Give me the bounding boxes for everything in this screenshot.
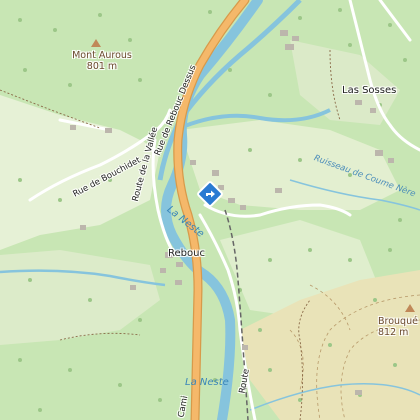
directions-diamond-icon[interactable] (197, 181, 223, 207)
peak-label: Brouqué 812 m (378, 316, 420, 338)
peak-name: Brouqué (378, 316, 418, 327)
peak-elevation: 812 m (378, 327, 409, 338)
map-layer (0, 0, 420, 420)
place-label-rebouc: Rebouc (168, 248, 205, 259)
place-label-las-sosses: Las Sosses (342, 85, 397, 96)
river-label: La Neste (185, 377, 229, 388)
peak-label: Mont Aurous 801 m (64, 50, 140, 72)
map-canvas[interactable]: Mont Aurous 801 m Brouqué 812 m Las Soss… (0, 0, 420, 420)
peak-name: Mont Aurous (72, 50, 132, 61)
peak-elevation: 801 m (86, 61, 118, 72)
